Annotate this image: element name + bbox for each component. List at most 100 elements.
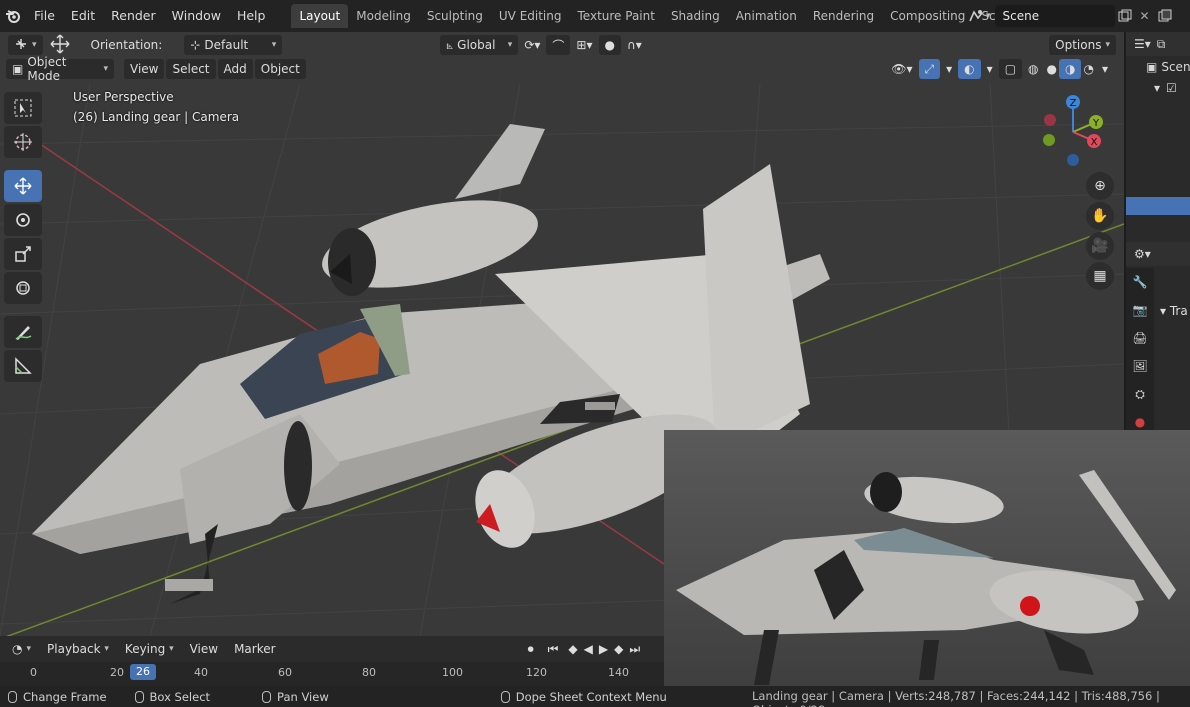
object-menu[interactable]: Object <box>254 59 306 79</box>
tick-label: 20 <box>110 666 124 679</box>
add-menu[interactable]: Add <box>217 59 253 79</box>
timeline-ruler[interactable]: 0 20 26 40 60 80 100 120 140 <box>0 662 664 686</box>
options-dropdown[interactable]: Options ▾ <box>1049 35 1116 55</box>
tool-tab-icon[interactable]: 🔧 <box>1126 268 1154 296</box>
view-menu[interactable]: View <box>124 59 165 79</box>
transform-space-dropdown[interactable]: ⦝ Global ▾ <box>440 35 519 55</box>
status-context-menu: Dope Sheet Context Menu <box>500 690 667 704</box>
tick-label: 100 <box>442 666 463 679</box>
snap-target-icon[interactable]: ⊞▾ <box>570 38 598 52</box>
properties-editor-icon[interactable]: ⚙▾ <box>1134 247 1151 261</box>
filter-icon[interactable]: ⧉ <box>1157 37 1166 52</box>
annotate-tool[interactable] <box>4 316 42 348</box>
properties-panel: ⚙▾ 🔧 📷 🖨 🖼 ⛭ ● ▾ Tra <box>1126 242 1190 454</box>
rendered-shading-icon[interactable]: ◔ <box>1081 62 1095 76</box>
outliner-display-mode-icon[interactable]: ☰▾ <box>1134 37 1151 51</box>
next-keyframe-button[interactable]: ◆ <box>612 642 625 656</box>
measure-tool[interactable] <box>4 350 42 382</box>
jump-start-button[interactable]: ⏮ <box>541 639 565 659</box>
tab-shading[interactable]: Shading <box>663 4 728 28</box>
perspective-grid-icon[interactable]: ▦ <box>1086 262 1114 290</box>
move-tool[interactable] <box>4 170 42 202</box>
output-tab-icon[interactable]: 🖨 <box>1126 324 1154 352</box>
overlays-toggle-icon[interactable]: ◐ <box>958 59 981 79</box>
scene-icon[interactable] <box>966 6 986 26</box>
tick-label: 140 <box>608 666 629 679</box>
tab-layout[interactable]: Layout <box>291 4 349 28</box>
mode-dropdown[interactable]: ▣ Object Mode ▾ <box>6 55 114 83</box>
render-tab-icon[interactable]: 📷 <box>1126 296 1154 324</box>
tab-sculpting[interactable]: Sculpting <box>419 4 491 28</box>
camera-view-icon[interactable]: 🎥 <box>1086 232 1114 260</box>
scene-name-field[interactable]: Scene <box>994 5 1115 27</box>
scene-tab-icon[interactable]: ⛭ <box>1126 380 1154 408</box>
checkbox-icon[interactable]: ☑ <box>1166 81 1177 95</box>
play-button[interactable]: ▶ <box>597 642 610 656</box>
close-icon[interactable]: ✕ <box>1135 6 1155 26</box>
tab-compositing[interactable]: Compositing <box>882 4 973 28</box>
blender-logo-icon[interactable] <box>0 0 26 32</box>
timeline-view-menu[interactable]: View <box>183 639 225 659</box>
properties-section-label[interactable]: ▾ Tra <box>1160 304 1188 318</box>
chevron-down-icon[interactable]: ▾ <box>981 62 999 76</box>
prev-keyframe-button[interactable]: ◆ <box>566 642 579 656</box>
jump-end-button[interactable]: ⏭ <box>627 642 642 657</box>
orientation-dropdown[interactable]: ⊹ Default ▾ <box>184 35 283 55</box>
transform-space-value: Global <box>457 38 496 52</box>
tab-animation[interactable]: Animation <box>728 4 805 28</box>
editor-type-dropdown[interactable]: ◔ ▾ <box>6 639 38 659</box>
select-menu[interactable]: Select <box>166 59 216 79</box>
navigation-gizmo[interactable]: Z Y X <box>1040 92 1110 172</box>
tab-texture-paint[interactable]: Texture Paint <box>570 4 663 28</box>
chevron-down-icon[interactable]: ▾ <box>986 11 991 21</box>
visibility-eye-icon[interactable]: 👁▾ <box>885 62 918 76</box>
new-scene-icon[interactable] <box>1115 6 1135 26</box>
play-reverse-button[interactable]: ◀ <box>582 642 595 656</box>
view-layer-icon[interactable] <box>1155 6 1175 26</box>
outliner-row-collection[interactable]: ▾ ☑ <box>1126 78 1190 98</box>
transform-tool[interactable] <box>4 272 42 304</box>
menu-help[interactable]: Help <box>229 0 274 32</box>
scale-tool[interactable] <box>4 238 42 270</box>
solid-shading-icon[interactable]: ● <box>1045 62 1059 76</box>
chevron-down-icon[interactable]: ▾ <box>940 62 958 76</box>
outliner-row-scene[interactable]: ▣ Scen <box>1126 56 1190 78</box>
tab-modeling[interactable]: Modeling <box>348 4 419 28</box>
outliner-selected-row[interactable] <box>1126 197 1190 215</box>
menu-file[interactable]: File <box>26 0 63 32</box>
viewport-header: ▣ Object Mode ▾ View Select Add Object 👁… <box>0 55 1124 83</box>
current-frame-indicator[interactable]: 26 <box>130 664 156 680</box>
material-preview-icon[interactable]: ◑ <box>1059 59 1082 79</box>
select-box-tool[interactable] <box>4 92 42 124</box>
pivot-point-icon[interactable]: ⟳▾ <box>518 38 546 52</box>
move-arrows-icon[interactable] <box>43 33 77 58</box>
menu-render[interactable]: Render <box>103 0 164 32</box>
snap-toggle-icon[interactable]: ⌒ <box>546 35 571 55</box>
cursor-tool[interactable] <box>4 126 42 158</box>
orientation-label: Orientation: <box>90 38 163 52</box>
workspace-tabs: Layout Modeling Sculpting UV Editing Tex… <box>291 0 1060 32</box>
chevron-down-icon[interactable]: ▾ <box>1096 62 1114 76</box>
object-mode-icon: ▣ <box>12 62 24 76</box>
playback-menu[interactable]: Playback ▾ <box>41 639 115 659</box>
record-button[interactable]: ⏺ <box>521 639 540 659</box>
xray-toggle-icon[interactable]: ▢ <box>998 59 1023 79</box>
keying-menu[interactable]: Keying ▾ <box>118 639 180 659</box>
marker-menu[interactable]: Marker <box>228 639 282 659</box>
mouse-middle-icon <box>262 690 272 703</box>
gizmo-toggle-icon[interactable]: ⤢ <box>918 59 941 79</box>
rotate-tool[interactable] <box>4 204 42 236</box>
orientation-value: Default <box>204 38 249 52</box>
transform-tool-dropdown[interactable]: ▾ <box>8 35 43 55</box>
menu-edit[interactable]: Edit <box>63 0 103 32</box>
view-layer-tab-icon[interactable]: 🖼 <box>1126 352 1154 380</box>
zoom-icon[interactable]: ⊕ <box>1086 172 1114 200</box>
pan-hand-icon[interactable]: ✋ <box>1086 202 1114 230</box>
menu-window[interactable]: Window <box>164 0 229 32</box>
falloff-icon[interactable]: ∩▾ <box>621 38 648 52</box>
proportional-edit-icon[interactable]: ● <box>598 35 621 55</box>
tab-uv-editing[interactable]: UV Editing <box>491 4 570 28</box>
wireframe-shading-icon[interactable]: ◍ <box>1022 62 1044 76</box>
tab-rendering[interactable]: Rendering <box>805 4 882 28</box>
expand-arrow-icon: ▾ <box>1160 304 1167 318</box>
